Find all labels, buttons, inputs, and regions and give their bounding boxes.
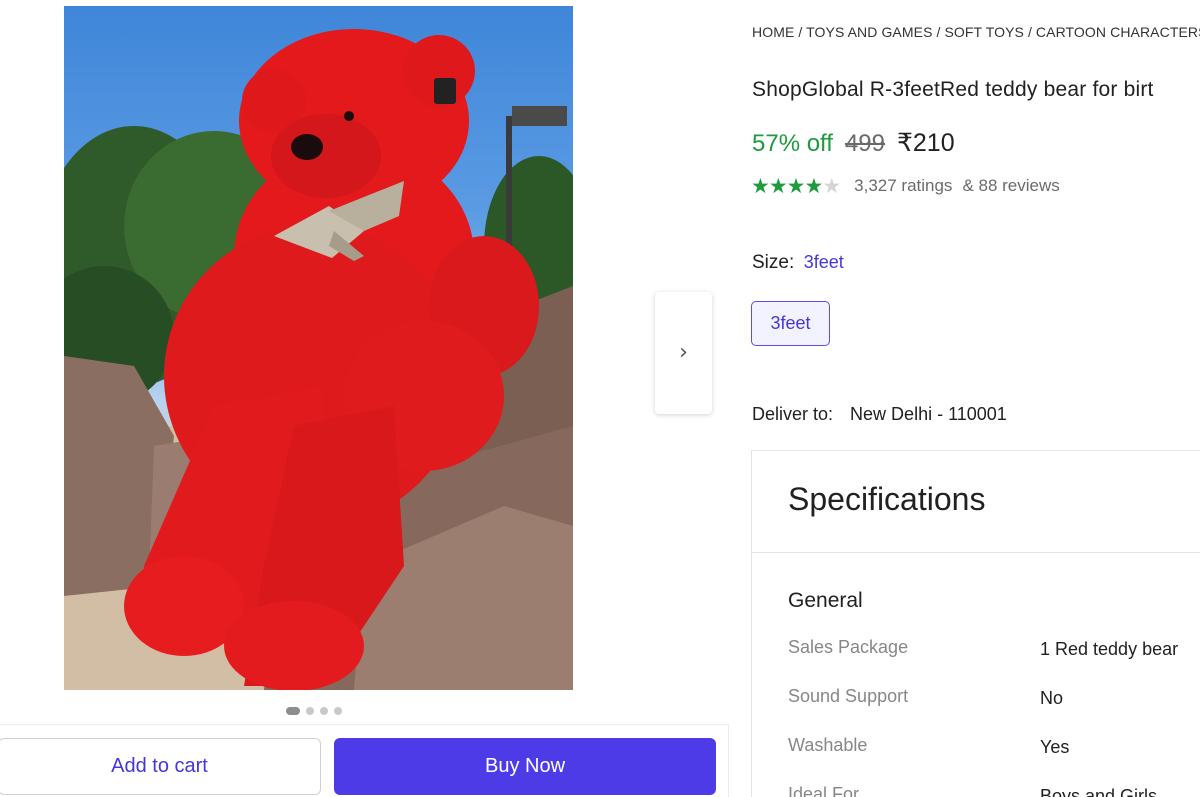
action-bar: Add to cart Buy Now (0, 724, 729, 797)
spec-value: 1 Red teddy bear (1040, 639, 1179, 659)
carousel-dots (286, 707, 342, 715)
star-filled-icon: ★ (786, 174, 806, 198)
original-price: 499 (844, 130, 885, 157)
spec-key: Ideal For (788, 784, 860, 797)
spec-value: Yes (1040, 737, 1070, 757)
rating-row[interactable]: ★★★★★ 3,327 ratings & 88 reviews (751, 174, 1060, 198)
spec-value: No (1040, 688, 1064, 708)
deliver-to-label: Deliver to: (752, 404, 834, 424)
size-selected-value: 3feet (803, 252, 844, 272)
divider (752, 552, 1200, 553)
spec-row: Ideal For Boys and Girls (788, 784, 1200, 797)
star-filled-icon: ★ (768, 174, 788, 198)
carousel-dot[interactable] (320, 707, 328, 715)
specifications-title: Specifications (788, 481, 986, 517)
spec-key: Sound Support (788, 686, 909, 706)
star-filled-icon: ★ (751, 174, 770, 198)
carousel-dot[interactable] (286, 707, 300, 715)
star-filled-icon: ★ (804, 174, 823, 198)
discount-badge: 57% off (752, 130, 833, 157)
ratings-count[interactable]: 3,327 ratings (854, 176, 952, 196)
add-to-cart-button[interactable]: Add to cart (0, 738, 321, 795)
spec-row: Sales Package 1 Red teddy bear (788, 637, 1200, 665)
teddy-bear-photo (64, 29, 573, 690)
carousel-dot[interactable] (334, 707, 342, 715)
carousel-dot[interactable] (306, 707, 314, 715)
price-row: 57% off 499 ₹210 (752, 128, 955, 158)
spec-row: Washable Yes (788, 735, 1200, 763)
spec-group-title: General (788, 589, 863, 612)
product-title: ShopGlobal R-3feetRed teddy bear for bir… (752, 78, 1154, 101)
size-row: Size: 3feet (752, 252, 844, 274)
chevron-right-icon: › (679, 340, 688, 365)
selling-price: ₹210 (897, 129, 955, 157)
product-image[interactable] (64, 6, 573, 690)
reviews-count[interactable]: & 88 reviews (962, 176, 1059, 196)
size-label: Size: (752, 252, 795, 273)
spec-value: Boys and Girls (1040, 786, 1158, 797)
delivery-row[interactable]: Deliver to: New Delhi - 110001 (752, 404, 1007, 425)
star-rating: ★★★★★ (751, 174, 841, 198)
star-empty-icon: ★ (822, 174, 841, 198)
next-image-button[interactable]: › (655, 292, 712, 414)
delivery-location[interactable]: New Delhi - 110001 (850, 404, 1007, 424)
specifications-card: Specifications General Sales Package 1 R… (751, 450, 1200, 797)
size-option-3feet[interactable]: 3feet (751, 301, 830, 346)
spec-row: Sound Support No (788, 686, 1200, 714)
spec-key: Washable (788, 735, 868, 755)
buy-now-button[interactable]: Buy Now (334, 738, 716, 795)
breadcrumb[interactable]: HOME / TOYS AND GAMES / SOFT TOYS / CART… (752, 24, 1200, 40)
spec-key: Sales Package (788, 637, 909, 657)
